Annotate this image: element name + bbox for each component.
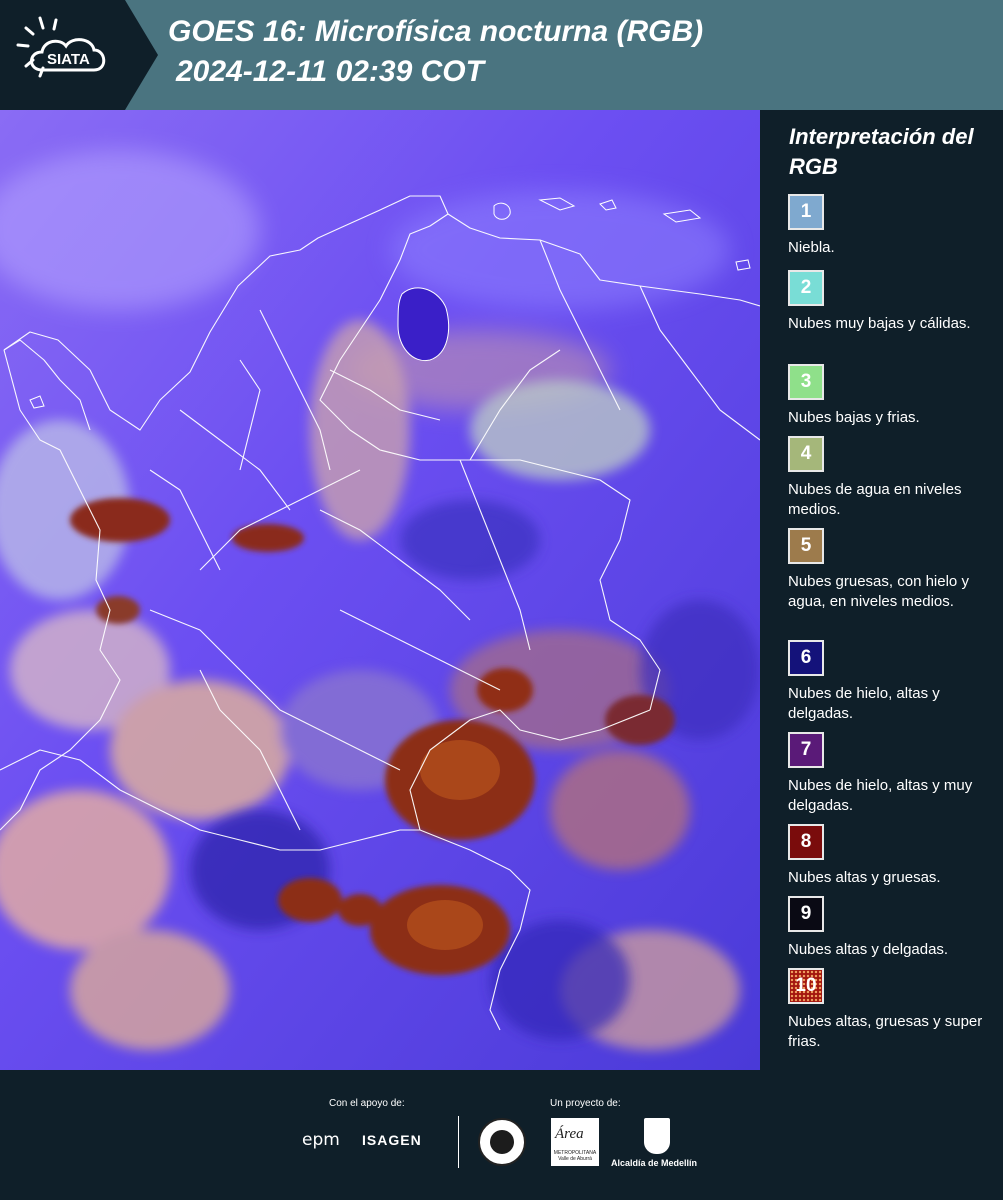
legend-swatch: 9: [788, 896, 824, 932]
area-logo-subtext: METROPOLITANA Valle de Aburrá: [553, 1150, 597, 1162]
legend-text: Nubes muy bajas y cálidas.: [788, 315, 971, 332]
area-metropolitana-logo: Área METROPOLITANA Valle de Aburrá: [551, 1118, 599, 1166]
page-title: GOES 16: Microfísica nocturna (RGB): [168, 15, 704, 48]
project-label: Un proyecto de:: [550, 1098, 621, 1109]
legend-swatch: 1: [788, 194, 824, 230]
footer: Con el apoyo de: Un proyecto de: epm ISA…: [0, 1070, 1003, 1200]
legend-text: Nubes bajas y frias.: [788, 409, 920, 426]
page-timestamp: 2024-12-11 02:39 COT: [176, 55, 484, 88]
legend-number: 8: [800, 831, 812, 852]
legend-swatch: 6: [788, 640, 824, 676]
legend-text: Nubes de hielo, altas y delgadas.: [788, 685, 940, 722]
legend-number: 9: [800, 903, 812, 924]
legend-number: 10: [795, 975, 817, 996]
siata-logo: SIATA: [0, 0, 160, 110]
legend-number: 2: [800, 277, 812, 298]
alcaldia-shield-icon: [644, 1118, 670, 1154]
legend-title: Interpretación del RGB: [789, 124, 974, 179]
area-logo-text: Área: [555, 1126, 584, 1142]
isagen-logo: ISAGEN: [362, 1132, 422, 1148]
legend-panel: Interpretación del RGB 1 Niebla. 2 Nubes…: [760, 110, 1003, 1070]
legend-number: 1: [800, 201, 812, 222]
legend-swatch: 7: [788, 732, 824, 768]
header-bar: SIATA GOES 16: Microfísica nocturna (RGB…: [0, 0, 1003, 110]
legend-text: Nubes altas, gruesas y super frias.: [788, 1013, 983, 1050]
legend-swatch: 8: [788, 824, 824, 860]
support-label: Con el apoyo de:: [329, 1098, 405, 1109]
legend-number: 5: [800, 535, 812, 556]
legend-swatch: 2: [788, 270, 824, 306]
legend-number: 6: [800, 647, 812, 668]
legend-swatch: 4: [788, 436, 824, 472]
legend-swatch: 5: [788, 528, 824, 564]
legend-number: 7: [800, 739, 812, 760]
satellite-rgb-map: [0, 110, 760, 1070]
legend-number: 3: [800, 371, 812, 392]
legend-number: 4: [800, 443, 812, 464]
legend-text: Nubes altas y delgadas.: [788, 941, 949, 958]
legend-swatch: 3: [788, 364, 824, 400]
siata-logo-text: SIATA: [47, 51, 90, 68]
legend-text: Nubes altas y gruesas.: [788, 869, 941, 886]
alcaldia-label: Alcaldía de Medellín: [611, 1158, 698, 1168]
legend-text: Niebla.: [788, 239, 835, 256]
legend-swatch: 10: [788, 968, 824, 1004]
legend-text: Nubes gruesas, con hielo y agua, en nive…: [788, 573, 969, 610]
epm-logo: epm: [302, 1130, 340, 1150]
seal-emblem-icon: [490, 1130, 514, 1154]
university-seal-logo: [478, 1118, 526, 1166]
legend-text: Nubes de agua en niveles medios.: [788, 481, 962, 518]
footer-divider: [458, 1116, 459, 1168]
legend-text: Nubes de hielo, altas y muy delgadas.: [788, 777, 973, 814]
